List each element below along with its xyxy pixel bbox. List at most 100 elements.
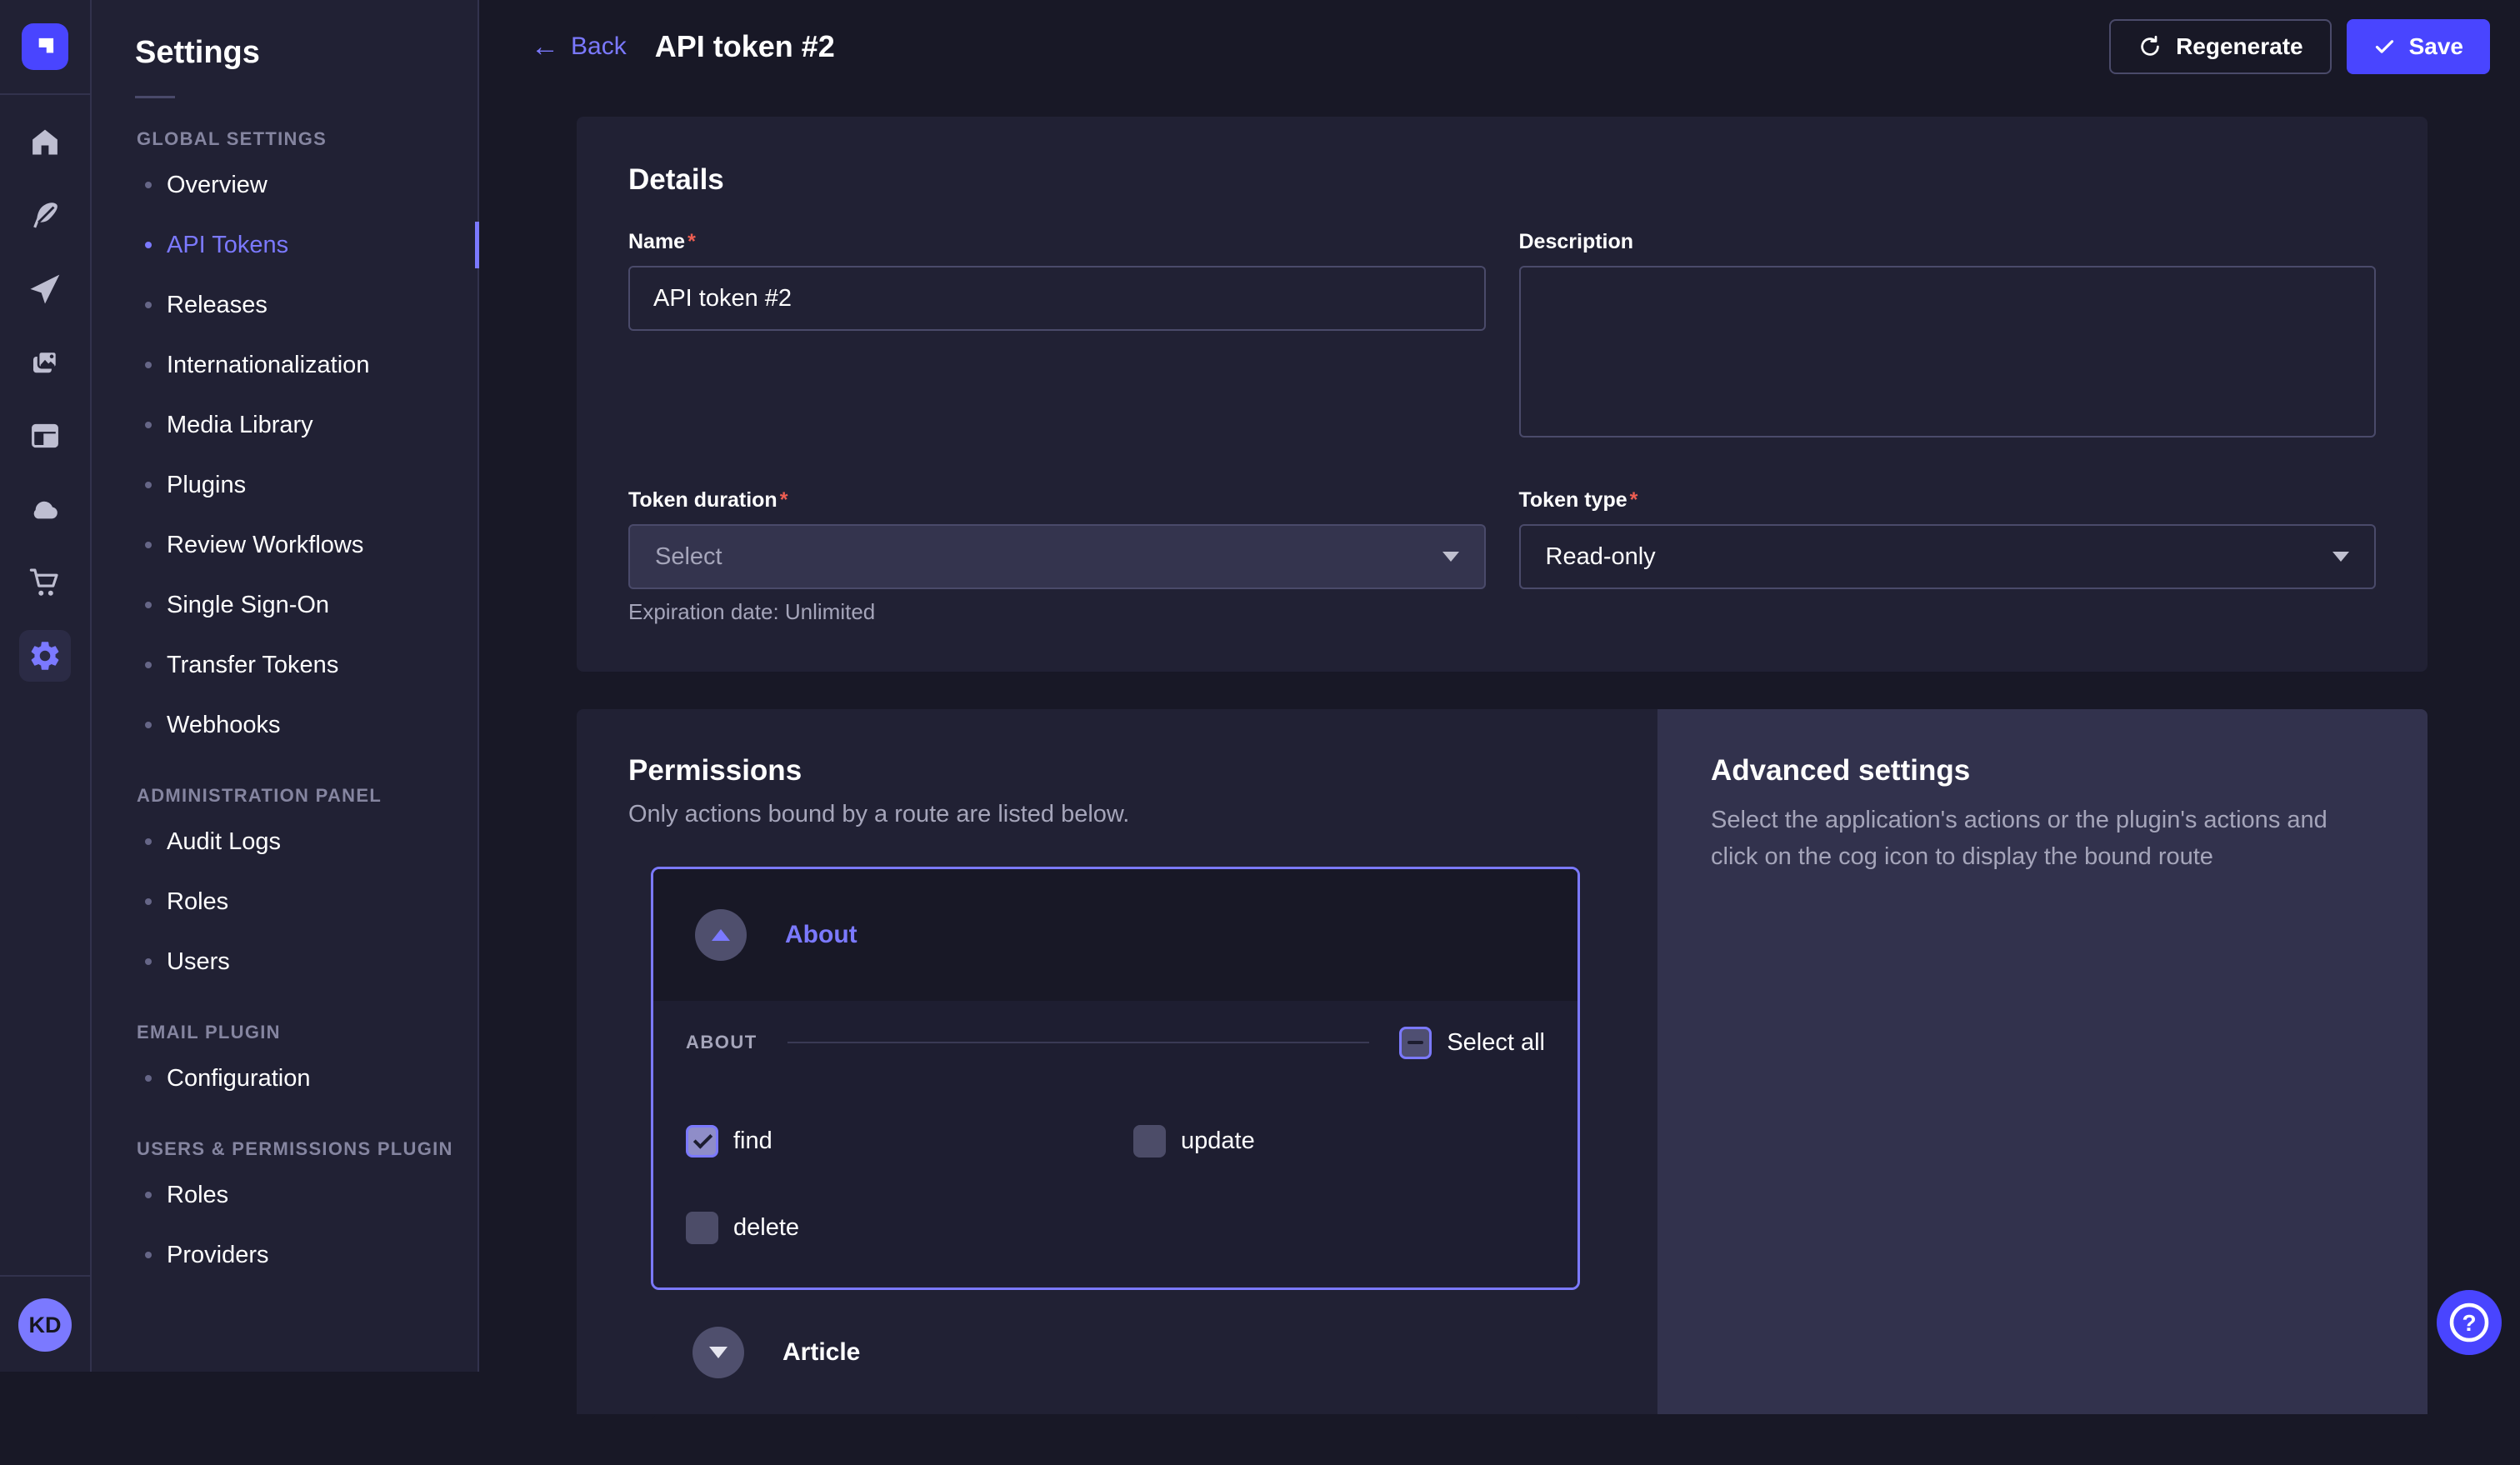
sidebar-section-header-users-permissions-plugin: USERS & PERMISSIONS PLUGIN: [137, 1138, 478, 1160]
details-heading: Details: [628, 163, 2376, 197]
cloud-nav-button[interactable]: [19, 483, 71, 535]
select-all-checkbox[interactable]: [1399, 1027, 1432, 1059]
sidebar-item-review-workflows[interactable]: Review Workflows: [92, 515, 478, 575]
bullet-icon: [145, 182, 152, 188]
gear-icon: [28, 638, 62, 673]
page-header: ← Back API token #2 Regenerate Save: [481, 0, 2520, 93]
advanced-settings-panel: Advanced settings Select the application…: [1658, 709, 2428, 1414]
sidebar-item-webhooks[interactable]: Webhooks: [92, 695, 478, 755]
sidebar-item-providers[interactable]: Providers: [92, 1225, 478, 1285]
bullet-icon: [145, 722, 152, 728]
sidebar-item-releases[interactable]: Releases: [92, 275, 478, 335]
sidebar-item-audit-logs[interactable]: Audit Logs: [92, 812, 478, 872]
bullet-icon: [145, 602, 152, 608]
type-field-group: Token type* Read-only: [1519, 488, 2377, 625]
advanced-settings-heading: Advanced settings: [1711, 754, 2374, 788]
bullet-icon: [145, 482, 152, 488]
help-button[interactable]: ?: [2437, 1290, 2502, 1355]
settings-nav-button[interactable]: [19, 630, 71, 682]
sidebar-item-roles[interactable]: Roles: [92, 1165, 478, 1225]
description-textarea[interactable]: [1519, 266, 2377, 438]
expand-button[interactable]: [692, 1327, 744, 1378]
duration-field-group: Token duration* Select Expiration date: …: [628, 488, 1486, 625]
sidebar-section-header-email-plugin: EMAIL PLUGIN: [137, 1022, 478, 1043]
sidebar-section-header-global-settings: GLOBAL SETTINGS: [137, 128, 478, 150]
permission-action-label: delete: [733, 1214, 799, 1242]
accordion-article-header[interactable]: Article: [651, 1290, 1580, 1415]
layout-nav-button[interactable]: [19, 410, 71, 462]
sidebar-item-label: Review Workflows: [167, 532, 363, 559]
token-duration-select[interactable]: Select: [628, 524, 1486, 589]
settings-sidebar: Settings GLOBAL SETTINGSOverviewAPI Toke…: [92, 0, 479, 1372]
back-link[interactable]: ← Back: [531, 32, 627, 61]
marketplace-nav-button[interactable]: [19, 557, 71, 608]
icon-rail: KD: [0, 0, 92, 1372]
active-indicator: [475, 222, 479, 268]
save-button[interactable]: Save: [2347, 19, 2490, 74]
checkbox-find[interactable]: [686, 1125, 718, 1158]
token-type-select[interactable]: Read-only: [1519, 524, 2377, 589]
back-label: Back: [571, 32, 627, 61]
sidebar-item-plugins[interactable]: Plugins: [92, 455, 478, 515]
token-duration-value: Select: [655, 543, 722, 571]
select-all-checkbox-row[interactable]: Select all: [1399, 1027, 1545, 1059]
sidebar-item-single-sign-on[interactable]: Single Sign-On: [92, 575, 478, 635]
rail-divider: [0, 93, 90, 95]
regenerate-button[interactable]: Regenerate: [2109, 19, 2332, 74]
sidebar-item-media-library[interactable]: Media Library: [92, 395, 478, 455]
name-input[interactable]: [628, 266, 1486, 331]
refresh-icon: [2138, 34, 2162, 59]
sidebar-item-roles[interactable]: Roles: [92, 872, 478, 932]
sidebar-title-rule: [135, 96, 175, 98]
sidebar-item-users[interactable]: Users: [92, 932, 478, 992]
check-icon: [2373, 36, 2396, 58]
sidebar-item-transfer-tokens[interactable]: Transfer Tokens: [92, 635, 478, 695]
media-library-nav-button[interactable]: [19, 337, 71, 388]
permissions-accordion-about: About ABOUT Select all find update delete: [651, 867, 1580, 1290]
collapse-button[interactable]: [695, 909, 747, 961]
deploy-nav-button[interactable]: [19, 263, 71, 315]
bullet-icon: [145, 898, 152, 905]
layout-icon: [28, 418, 62, 453]
select-all-label: Select all: [1447, 1029, 1545, 1057]
sidebar-item-label: Webhooks: [167, 712, 281, 739]
page-title: API token #2: [655, 29, 835, 64]
sidebar-item-label: Single Sign-On: [167, 592, 329, 619]
sidebar-item-label: Media Library: [167, 412, 313, 439]
sidebar-item-label: Internationalization: [167, 352, 369, 379]
content-manager-nav-button[interactable]: [19, 190, 71, 242]
permission-action-find[interactable]: find: [686, 1098, 1133, 1184]
bullet-icon: [145, 838, 152, 845]
permission-action-label: update: [1181, 1128, 1255, 1155]
bullet-icon: [145, 958, 152, 965]
about-section-label: ABOUT: [686, 1032, 758, 1053]
sidebar-item-label: Plugins: [167, 472, 246, 499]
next-accordion-strip: [651, 1415, 1580, 1465]
checkbox-update[interactable]: [1133, 1125, 1166, 1158]
collapsed-accordions: Article: [628, 1290, 1606, 1415]
sidebar-item-overview[interactable]: Overview: [92, 155, 478, 215]
bullet-icon: [145, 362, 152, 368]
bullet-icon: [145, 242, 152, 248]
permission-action-update[interactable]: update: [1133, 1098, 1545, 1184]
sidebar-item-internationalization[interactable]: Internationalization: [92, 335, 478, 395]
accordion-about-header[interactable]: About: [653, 869, 1578, 1001]
home-nav-button[interactable]: [19, 117, 71, 168]
checkbox-delete[interactable]: [686, 1212, 718, 1244]
strapi-logo-icon: [27, 28, 63, 65]
user-avatar[interactable]: KD: [18, 1298, 72, 1352]
sidebar-item-configuration[interactable]: Configuration: [92, 1048, 478, 1108]
permission-action-delete[interactable]: delete: [686, 1184, 1133, 1271]
sidebar-item-api-tokens[interactable]: API Tokens: [92, 215, 478, 275]
regenerate-label: Regenerate: [2176, 33, 2303, 60]
permissions-row: Permissions Only actions bound by a rout…: [577, 709, 2428, 1414]
svg-text:?: ?: [2462, 1310, 2476, 1336]
token-duration-label: Token duration*: [628, 488, 1486, 512]
strapi-logo[interactable]: [22, 23, 68, 70]
bullet-icon: [145, 422, 152, 428]
sidebar-item-label: Roles: [167, 1182, 228, 1209]
name-label: Name*: [628, 230, 1486, 254]
permissions-card: Permissions Only actions bound by a rout…: [577, 709, 1658, 1414]
bullet-icon: [145, 1252, 152, 1258]
chevron-down-icon: [1442, 552, 1459, 562]
